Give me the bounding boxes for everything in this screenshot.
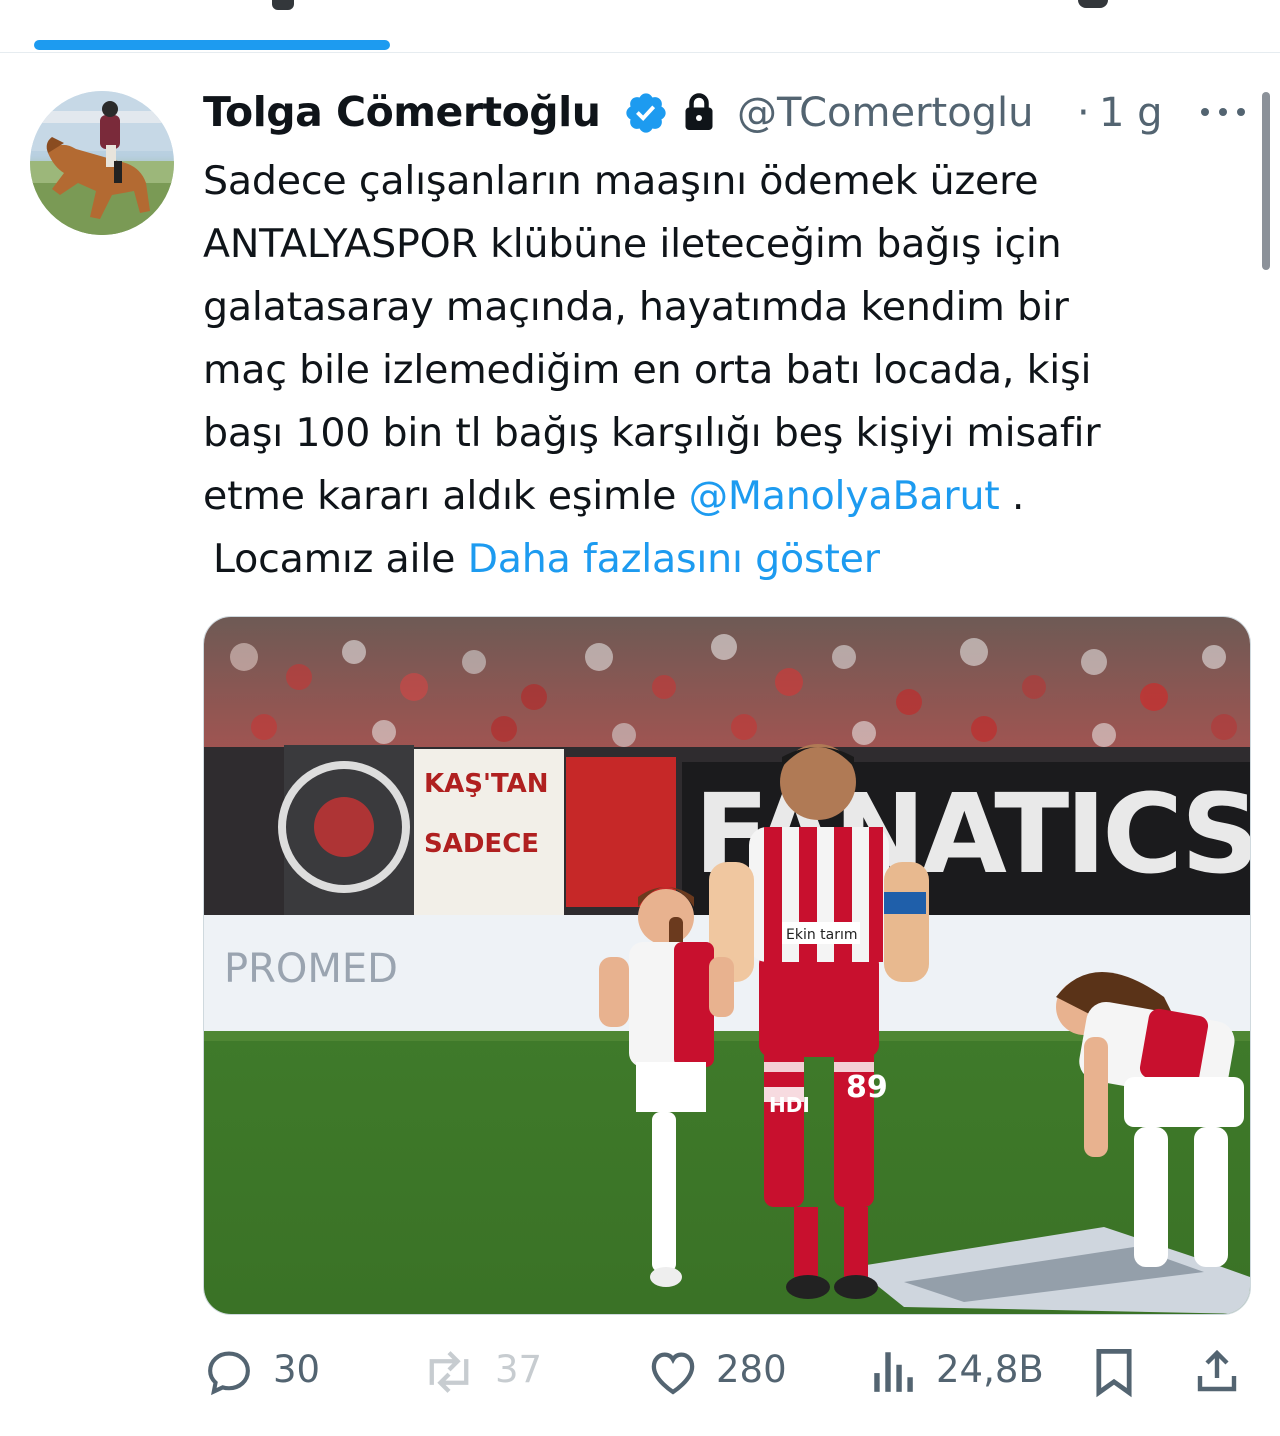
- author-display-name[interactable]: Tolga Cömertoğlu: [203, 88, 601, 136]
- tweet-text-segment: Locamız aile: [213, 536, 468, 582]
- repost-icon: [429, 1351, 469, 1393]
- mention-link[interactable]: @ManolyaBarut: [689, 473, 1000, 519]
- more-icon[interactable]: [1193, 94, 1253, 130]
- tweet-header: Tolga Cömertoğlu @TComertoglu · 1 g: [203, 84, 1263, 144]
- author-handle[interactable]: @TComertoglu: [737, 90, 1034, 136]
- share-icon: [1197, 1349, 1237, 1392]
- banner-text: SADECE: [424, 829, 539, 859]
- bookmark-button[interactable]: [1091, 1340, 1141, 1400]
- repost-button[interactable]: 37: [421, 1340, 551, 1400]
- jersey-sponsor-text: Ekin tarım: [786, 927, 858, 943]
- shorts-sponsor-text: HDI: [769, 1093, 810, 1117]
- tab-strip: [0, 0, 1280, 53]
- timestamp[interactable]: 1 g: [1099, 90, 1163, 136]
- reply-icon: [208, 1351, 250, 1396]
- tweet-text: Sadece çalışanların maaşını ödemek üzere…: [203, 150, 1213, 591]
- like-button[interactable]: 280: [646, 1340, 796, 1400]
- tweet-text-line: ANTALYASPOR klübüne ileteceğim bağış içi…: [203, 221, 1062, 267]
- show-more-link[interactable]: Daha fazlasını göster: [468, 536, 880, 582]
- tweet-text-line: galatasaray maçında, hayatımda kendim bi…: [203, 284, 1069, 330]
- scrollbar[interactable]: [1262, 92, 1270, 270]
- tweet-text-segment: .: [999, 473, 1025, 519]
- banner-text: KAŞ'TAN: [424, 769, 549, 799]
- tweet-text-line: etme kararı aldık eşimle @ManolyaBarut .: [203, 465, 1213, 528]
- separator-dot: ·: [1077, 90, 1090, 136]
- tab-label-fragment: [1078, 0, 1108, 8]
- player-number-text: 89: [846, 1070, 888, 1105]
- bookmark-icon: [1096, 1349, 1132, 1398]
- tweet-text-line: maç bile izlemediğim en orta batı locada…: [203, 347, 1092, 393]
- verified-badge-icon[interactable]: [623, 90, 669, 136]
- views-count: 24,8B: [936, 1348, 1044, 1391]
- reply-count: 30: [273, 1348, 321, 1391]
- reply-button[interactable]: 30: [203, 1340, 333, 1400]
- lock-icon: [685, 93, 713, 130]
- like-count: 280: [716, 1348, 787, 1391]
- tweet-actions: 30 37 280 24,8B: [203, 1340, 1253, 1400]
- avatar-image: [30, 91, 174, 235]
- views-button[interactable]: 24,8B: [870, 1340, 1060, 1400]
- tweet-text-line: başı 100 bin tl bağış karşılığı beş kişi…: [203, 410, 1101, 456]
- stadium-photo: KAŞ'TAN SADECE FANATICS PROMED HDI 89 Ek…: [204, 617, 1250, 1314]
- repost-count: 37: [495, 1348, 543, 1391]
- views-icon: [874, 1352, 913, 1392]
- share-button[interactable]: [1193, 1340, 1243, 1400]
- tweet-text-line: Sadece çalışanların maaşını ödemek üzere: [203, 158, 1039, 204]
- active-tab-indicator: [34, 40, 390, 50]
- like-icon: [651, 1352, 695, 1395]
- tab-label-fragment: [272, 0, 294, 10]
- tweet-text-segment: etme kararı aldık eşimle: [203, 473, 689, 519]
- board-text: PROMED: [224, 946, 398, 992]
- tweet-page: Tolga Cömertoğlu @TComertoglu · 1 g Sade…: [0, 0, 1280, 1436]
- avatar[interactable]: [30, 91, 174, 235]
- tweet-media-photo[interactable]: KAŞ'TAN SADECE FANATICS PROMED HDI 89 Ek…: [203, 616, 1251, 1315]
- tweet-text-line: Locamız aile Daha fazlasını göster: [203, 528, 1213, 591]
